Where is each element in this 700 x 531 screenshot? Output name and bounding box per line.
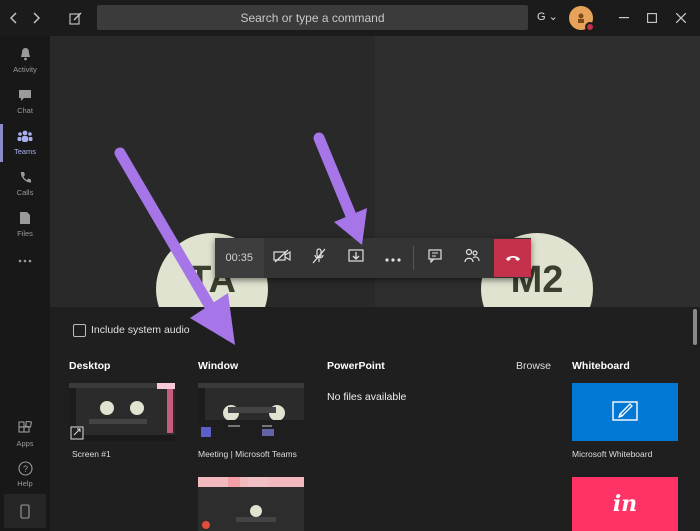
call-timer: 00:35 [215, 238, 264, 278]
status-dot [585, 22, 595, 32]
rail-item-label: Files [17, 229, 33, 238]
teams-icon [17, 128, 33, 144]
whiteboard-label: Microsoft Whiteboard [572, 449, 653, 459]
avatar[interactable] [569, 6, 595, 32]
rail-item-more[interactable] [0, 241, 50, 281]
invision-tile[interactable]: in [572, 477, 678, 531]
hangup-button[interactable] [494, 239, 531, 277]
tray-scrollbar[interactable] [693, 309, 697, 345]
forward-icon[interactable] [28, 0, 44, 36]
include-audio-label: Include system audio [91, 324, 190, 336]
show-conversation-button[interactable] [416, 238, 453, 278]
phone-icon [17, 169, 33, 185]
share-tray-button[interactable] [337, 238, 374, 278]
chat-icon [428, 248, 442, 268]
mic-off-button[interactable] [301, 238, 338, 278]
browser-window-thumbnail[interactable] [198, 477, 304, 531]
share-tray-icon [348, 248, 364, 268]
toolbar-divider [413, 246, 415, 270]
camera-off-button[interactable] [264, 238, 301, 278]
hangup-icon [505, 249, 521, 267]
bell-icon [17, 46, 33, 62]
more-actions-button[interactable] [374, 238, 411, 278]
rail-item-label: Activity [13, 65, 37, 74]
rail-item-label: Chat [17, 106, 33, 115]
teams-window: Search or type a command G ⌄ Activity Ch… [0, 0, 700, 531]
rail-item-label: Teams [13, 147, 37, 156]
org-switcher[interactable]: G ⌄ [537, 10, 558, 23]
more-icon [385, 249, 401, 267]
browse-link[interactable]: Browse [516, 360, 551, 372]
org-initial: G [537, 11, 546, 23]
rail-item-activity[interactable]: Activity [0, 40, 50, 80]
rail-item-label: Calls [16, 188, 34, 197]
file-icon [17, 210, 33, 226]
chevron-down-icon: ⌄ [548, 11, 558, 23]
rail-item-device[interactable] [4, 494, 46, 528]
more-icon [17, 253, 33, 269]
chat-icon [17, 87, 33, 103]
apps-icon [17, 420, 33, 436]
call-toolbar: 00:35 [215, 238, 531, 278]
show-participants-button[interactable] [453, 238, 490, 278]
include-audio-checkbox[interactable] [73, 324, 86, 337]
maximize-icon[interactable] [641, 0, 663, 36]
share-tray: Include system audio Desktop Window Powe… [50, 307, 700, 531]
svg-text:?: ? [22, 464, 27, 474]
teams-window-label: Meeting | Microsoft Teams [198, 449, 297, 459]
device-icon [17, 503, 33, 519]
compose-icon[interactable] [66, 0, 84, 36]
whiteboard-icon [612, 399, 638, 426]
rail-item-calls[interactable]: Calls [0, 163, 50, 203]
participants-icon [464, 248, 480, 268]
close-icon[interactable] [670, 0, 692, 36]
mic-off-icon [312, 247, 326, 269]
rail-item-label: Help [17, 479, 33, 488]
help-icon: ? [17, 460, 33, 476]
microsoft-whiteboard-tile[interactable] [572, 383, 678, 441]
rail-item-apps[interactable]: Apps [0, 414, 50, 454]
back-icon[interactable] [6, 0, 22, 36]
rail-item-label: Apps [16, 439, 34, 448]
rail-item-chat[interactable]: Chat [0, 81, 50, 121]
title-bar: Search or type a command G ⌄ [0, 0, 700, 36]
rail-item-teams[interactable]: Teams [0, 122, 50, 162]
invision-logo: in [612, 491, 638, 517]
camera-off-icon [273, 249, 291, 268]
rail-item-files[interactable]: Files [0, 204, 50, 244]
powerpoint-section-title: PowerPoint [327, 360, 385, 372]
rail-item-help[interactable]: ? Help [0, 454, 50, 494]
search-input[interactable]: Search or type a command [97, 5, 528, 30]
no-files-message: No files available [327, 391, 407, 403]
window-section-title: Window [198, 360, 239, 372]
teams-window-thumbnail[interactable] [198, 383, 304, 441]
desktop-section-title: Desktop [69, 360, 111, 372]
screen-1-thumbnail[interactable] [69, 383, 175, 441]
whiteboard-section-title: Whiteboard [572, 360, 630, 372]
minimize-icon[interactable] [613, 0, 635, 36]
screen-1-label: Screen #1 [72, 449, 111, 459]
app-rail: Activity Chat Teams Calls Files Apps ? H… [0, 36, 50, 531]
